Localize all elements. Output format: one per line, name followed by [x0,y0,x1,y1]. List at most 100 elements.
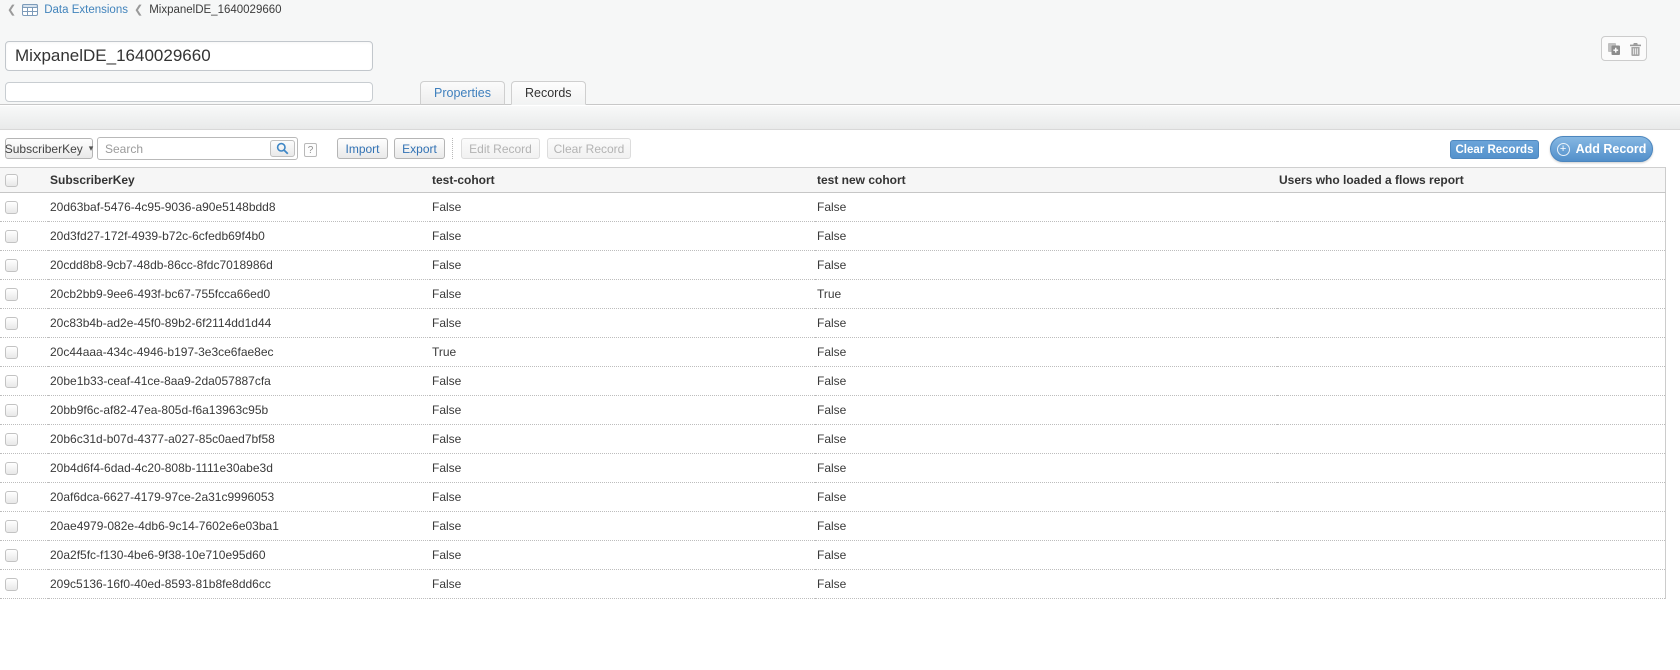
panel-divider [0,106,1680,130]
clear-records-button[interactable]: Clear Records [1450,140,1539,159]
row-test-cohort: False [430,483,815,512]
import-button[interactable]: Import [337,138,388,159]
row-users-flows-report [1277,338,1665,367]
de-name-input[interactable] [5,41,373,71]
row-test-cohort: False [430,512,815,541]
row-subscriber-key: 209c5136-16f0-40ed-8593-81b8fe8dd6cc [48,570,430,599]
search-field [97,137,298,160]
breadcrumb-current: MixpanelDE_1640029660 [149,4,281,16]
copy-icon[interactable] [1607,42,1622,56]
table-row: 20bb9f6c-af82-47ea-805d-f6a13963c95b Fal… [0,396,1665,425]
row-test-cohort: True [430,338,815,367]
row-checkbox[interactable] [5,520,18,533]
toolbar-divider [452,138,453,159]
row-checkbox[interactable] [5,317,18,330]
table-row: 20c83b4b-ad2e-45f0-89b2-6f2114dd1d44 Fal… [0,309,1665,338]
row-test-cohort: False [430,541,815,570]
row-subscriber-key: 20ae4979-082e-4db6-9c14-7602e6e03ba1 [48,512,430,541]
row-test-new-cohort: False [815,570,1277,599]
row-subscriber-key: 20c44aaa-434c-4946-b197-3e3ce6fae8ec [48,338,430,367]
help-icon[interactable]: ? [304,143,317,157]
row-test-cohort: False [430,222,815,251]
row-checkbox[interactable] [5,201,18,214]
column-header-test-cohort[interactable]: test-cohort [430,168,815,193]
add-record-button[interactable]: + Add Record [1550,136,1653,162]
trash-icon[interactable] [1629,42,1642,56]
row-subscriber-key: 20b4d6f4-6dad-4c20-808b-1111e30abe3d [48,454,430,483]
row-checkbox[interactable] [5,433,18,446]
data-extension-records-screen: ❮ Data Extensions ❮ MixpanelDE_164002966… [0,0,1680,670]
row-checkbox[interactable] [5,346,18,359]
select-all-checkbox[interactable] [5,174,18,187]
row-users-flows-report [1277,570,1665,599]
row-subscriber-key: 20bb9f6c-af82-47ea-805d-f6a13963c95b [48,396,430,425]
header-band: ❮ Data Extensions ❮ MixpanelDE_164002966… [0,0,1680,105]
row-test-new-cohort: False [815,222,1277,251]
row-users-flows-report [1277,309,1665,338]
table-row: 20d63baf-5476-4c95-9036-a90e5148bdd8 Fal… [0,193,1665,222]
search-input[interactable] [105,140,263,157]
row-test-new-cohort: False [815,454,1277,483]
row-test-new-cohort: False [815,425,1277,454]
row-test-new-cohort: False [815,193,1277,222]
table-row: 20be1b33-ceaf-41ce-8aa9-2da057887cfa Fal… [0,367,1665,396]
row-checkbox[interactable] [5,491,18,504]
column-header-users-flows-report[interactable]: Users who loaded a flows report [1277,168,1665,193]
column-header-test-new-cohort[interactable]: test new cohort [815,168,1277,193]
row-checkbox[interactable] [5,288,18,301]
table-header-row: SubscriberKey test-cohort test new cohor… [0,168,1665,193]
row-test-new-cohort: False [815,396,1277,425]
column-header-subscriberkey[interactable]: SubscriberKey [48,168,430,193]
row-checkbox[interactable] [5,462,18,475]
tab-records[interactable]: Records [511,81,586,105]
data-extension-grid-icon [22,4,38,16]
de-description-input[interactable] [5,82,373,102]
row-test-new-cohort: False [815,541,1277,570]
row-test-cohort: False [430,570,815,599]
row-checkbox[interactable] [5,404,18,417]
clear-record-button[interactable]: Clear Record [547,138,631,159]
table-row: 20b6c31d-b07d-4377-a027-85c0aed7bf58 Fal… [0,425,1665,454]
row-users-flows-report [1277,367,1665,396]
row-test-new-cohort: False [815,367,1277,396]
row-test-new-cohort: False [815,338,1277,367]
row-test-new-cohort: False [815,512,1277,541]
header-actions [1601,36,1647,61]
row-subscriber-key: 20d63baf-5476-4c95-9036-a90e5148bdd8 [48,193,430,222]
row-test-new-cohort: False [815,309,1277,338]
back-chevron-icon[interactable]: ❮ [7,3,16,16]
row-users-flows-report [1277,483,1665,512]
row-checkbox[interactable] [5,549,18,562]
breadcrumb-data-extensions-link[interactable]: Data Extensions [44,4,128,16]
row-users-flows-report [1277,193,1665,222]
search-button[interactable] [270,140,295,157]
tab-properties[interactable]: Properties [420,81,505,105]
edit-record-button[interactable]: Edit Record [461,138,540,159]
row-users-flows-report [1277,541,1665,570]
row-checkbox[interactable] [5,578,18,591]
row-test-cohort: False [430,396,815,425]
row-test-new-cohort: True [815,280,1277,309]
row-test-cohort: False [430,454,815,483]
row-users-flows-report [1277,396,1665,425]
field-selector-label: SubscriberKey [5,142,83,156]
row-test-cohort: False [430,367,815,396]
row-users-flows-report [1277,251,1665,280]
breadcrumb: ❮ Data Extensions ❮ MixpanelDE_164002966… [7,3,282,16]
row-users-flows-report [1277,222,1665,251]
export-button[interactable]: Export [394,138,445,159]
table-row: 20ae4979-082e-4db6-9c14-7602e6e03ba1 Fal… [0,512,1665,541]
table-row: 20af6dca-6627-4179-97ce-2a31c9996053 Fal… [0,483,1665,512]
field-selector-dropdown[interactable]: SubscriberKey ▾ [5,138,93,159]
row-users-flows-report [1277,454,1665,483]
row-checkbox[interactable] [5,259,18,272]
row-checkbox[interactable] [5,230,18,243]
row-subscriber-key: 20c83b4b-ad2e-45f0-89b2-6f2114dd1d44 [48,309,430,338]
row-test-new-cohort: False [815,251,1277,280]
table-row: 20cdd8b8-9cb7-48db-86cc-8fdc7018986d Fal… [0,251,1665,280]
records-table-body: 20d63baf-5476-4c95-9036-a90e5148bdd8 Fal… [0,193,1665,599]
row-test-cohort: False [430,425,815,454]
row-checkbox[interactable] [5,375,18,388]
row-test-cohort: False [430,280,815,309]
row-test-cohort: False [430,193,815,222]
